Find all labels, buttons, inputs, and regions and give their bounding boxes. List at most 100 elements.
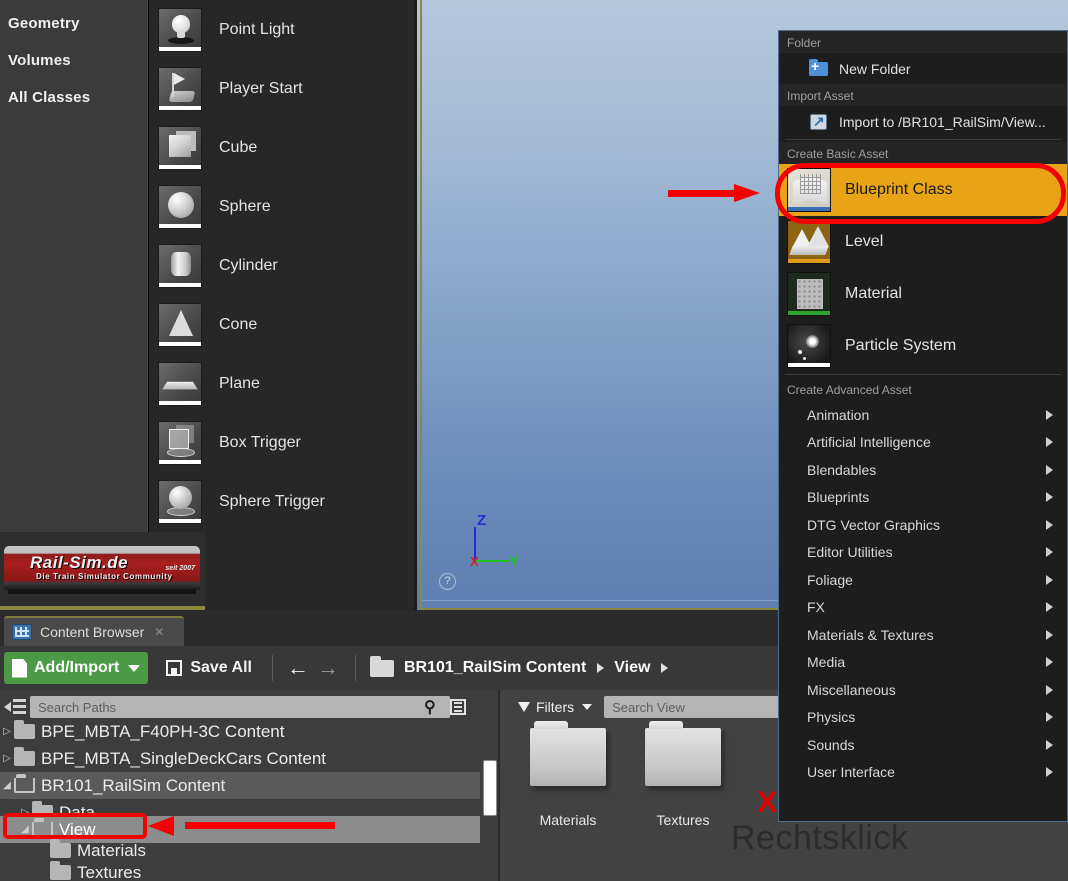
placeable-item-sphere-trigger[interactable]: Sphere Trigger	[149, 472, 414, 531]
tab-content-browser[interactable]: Content Browser ✕	[4, 616, 184, 646]
placeable-item-player-start[interactable]: Player Start	[149, 59, 414, 118]
submenu-user-interface[interactable]: User Interface	[779, 759, 1067, 787]
menu-item-blueprint-class[interactable]: Blueprint Class	[779, 164, 1067, 216]
chevron-down-icon	[128, 664, 141, 672]
menu-item-level[interactable]: Level	[779, 216, 1067, 268]
submenu-fx[interactable]: FX	[779, 594, 1067, 622]
category-volumes[interactable]: Volumes	[0, 43, 148, 78]
collapse-panel-icon[interactable]	[4, 698, 26, 716]
submenu-editor-utilities[interactable]: Editor Utilities	[779, 539, 1067, 567]
menu-item-material[interactable]: Material	[779, 268, 1067, 320]
submenu-label: Materials & Textures	[807, 626, 934, 643]
breadcrumb-item-root[interactable]: BR101_RailSim Content	[404, 659, 586, 677]
search-view-input[interactable]	[604, 696, 789, 718]
submenu-blendables[interactable]: Blendables	[779, 456, 1067, 484]
point-light-icon	[158, 7, 202, 52]
chevron-right-icon	[1046, 657, 1053, 668]
menu-item-import-to[interactable]: Import to /BR101_RailSim/View...	[779, 106, 1067, 137]
chevron-right-icon	[1046, 684, 1053, 695]
placeable-item-cube[interactable]: Cube	[149, 118, 414, 177]
placeable-item-plane[interactable]: Plane	[149, 354, 414, 413]
asset-tile-materials[interactable]: Materials	[520, 721, 616, 828]
tree-item-label: BR101_RailSim Content	[41, 775, 226, 795]
folder-icon	[370, 655, 394, 677]
tree-row[interactable]: Textures	[0, 859, 480, 881]
view-options-icon[interactable]	[449, 699, 466, 715]
placeable-item-label: Cube	[219, 138, 258, 156]
add-import-button[interactable]: Add/Import	[4, 652, 149, 684]
save-all-label: Save All	[190, 659, 252, 676]
back-arrow-icon[interactable]: ←	[287, 655, 309, 681]
chevron-right-icon	[1046, 437, 1053, 448]
paths-scrollbar[interactable]	[483, 760, 497, 816]
submenu-media[interactable]: Media	[779, 649, 1067, 677]
menu-item-label: Level	[845, 233, 884, 250]
breadcrumb-item-view[interactable]: View	[614, 659, 650, 677]
placeable-item-label: Box Trigger	[219, 433, 301, 451]
forward-arrow-icon[interactable]: →	[317, 655, 339, 681]
right-click-context-menu[interactable]: Folder New Folder Import Asset Import to…	[778, 30, 1068, 822]
tree-row[interactable]: ▷ BPE_MBTA_SingleDeckCars Content	[0, 745, 480, 772]
placeable-item-box-trigger[interactable]: Box Trigger	[149, 413, 414, 472]
submenu-artificial-intelligence[interactable]: Artificial Intelligence	[779, 429, 1067, 457]
menu-item-new-folder[interactable]: New Folder	[779, 53, 1067, 84]
cylinder-icon	[158, 243, 202, 288]
breadcrumb-separator-2[interactable]	[661, 663, 669, 673]
placeable-item-label: Cone	[219, 315, 258, 333]
sphere-trigger-icon	[158, 479, 202, 524]
level-icon	[787, 220, 831, 264]
submenu-materials-textures[interactable]: Materials & Textures	[779, 621, 1067, 649]
menu-item-label: Material	[845, 285, 902, 302]
toolbar-divider-2	[355, 655, 356, 681]
submenu-miscellaneous[interactable]: Miscellaneous	[779, 676, 1067, 704]
gizmo-y-label: Y	[509, 553, 520, 570]
submenu-label: FX	[807, 599, 825, 616]
category-geometry[interactable]: Geometry	[0, 6, 148, 41]
menu-item-label: Blueprint Class	[845, 181, 953, 198]
placeable-item-cone[interactable]: Cone	[149, 295, 414, 354]
search-paths-input[interactable]	[30, 696, 450, 718]
filters-button[interactable]: Filters	[518, 699, 593, 715]
submenu-physics[interactable]: Physics	[779, 704, 1067, 732]
placeable-items-list[interactable]: Point Light Player Start Cube Sphere Cyl…	[148, 0, 414, 610]
submenu-label: Foliage	[807, 571, 853, 588]
chevron-right-icon	[1046, 519, 1053, 530]
submenu-label: Miscellaneous	[807, 681, 896, 698]
menu-item-particle-system[interactable]: Particle System	[779, 320, 1067, 372]
watermark-since: seit 2007	[165, 565, 195, 572]
placeable-item-point-light[interactable]: Point Light	[149, 0, 414, 59]
expander-icon[interactable]: ▷	[0, 726, 14, 737]
asset-tile-textures[interactable]: Textures	[635, 721, 731, 828]
submenu-sounds[interactable]: Sounds	[779, 731, 1067, 759]
submenu-foliage[interactable]: Foliage	[779, 566, 1067, 594]
chevron-right-icon	[1046, 629, 1053, 640]
new-folder-icon	[809, 58, 829, 79]
expander-icon[interactable]: ◢	[0, 780, 14, 791]
placeable-item-cylinder[interactable]: Cylinder	[149, 236, 414, 295]
locomotive-wheels	[8, 589, 196, 594]
submenu-label: Animation	[807, 406, 870, 423]
floppy-disk-icon	[166, 660, 183, 676]
submenu-label: Sounds	[807, 736, 855, 753]
expander-icon[interactable]: ◢	[18, 824, 32, 835]
placeable-item-sphere[interactable]: Sphere	[149, 177, 414, 236]
asset-tile-label: Materials	[539, 812, 597, 828]
tree-row[interactable]: ▷ BPE_MBTA_F40PH-3C Content	[0, 718, 480, 745]
category-all-classes[interactable]: All Classes	[0, 80, 148, 115]
filters-label: Filters	[536, 699, 575, 715]
expander-icon[interactable]: ▷	[0, 753, 14, 764]
close-icon[interactable]: ✕	[154, 625, 164, 639]
blueprint-class-icon	[787, 168, 831, 212]
submenu-blueprints[interactable]: Blueprints	[779, 484, 1067, 512]
chevron-down-icon	[582, 704, 593, 710]
section-header-create-basic-asset: Create Basic Asset	[779, 142, 1067, 164]
submenu-animation[interactable]: Animation	[779, 401, 1067, 429]
help-icon[interactable]: ?	[439, 573, 456, 590]
search-icon[interactable]: ⚲	[424, 697, 436, 717]
folder-icon	[530, 721, 606, 786]
submenu-dtg-vector-graphics[interactable]: DTG Vector Graphics	[779, 511, 1067, 539]
folder-icon	[14, 747, 35, 766]
material-icon	[787, 272, 831, 316]
tree-row[interactable]: ◢ BR101_RailSim Content	[0, 772, 480, 799]
save-all-button[interactable]: Save All	[166, 659, 252, 677]
